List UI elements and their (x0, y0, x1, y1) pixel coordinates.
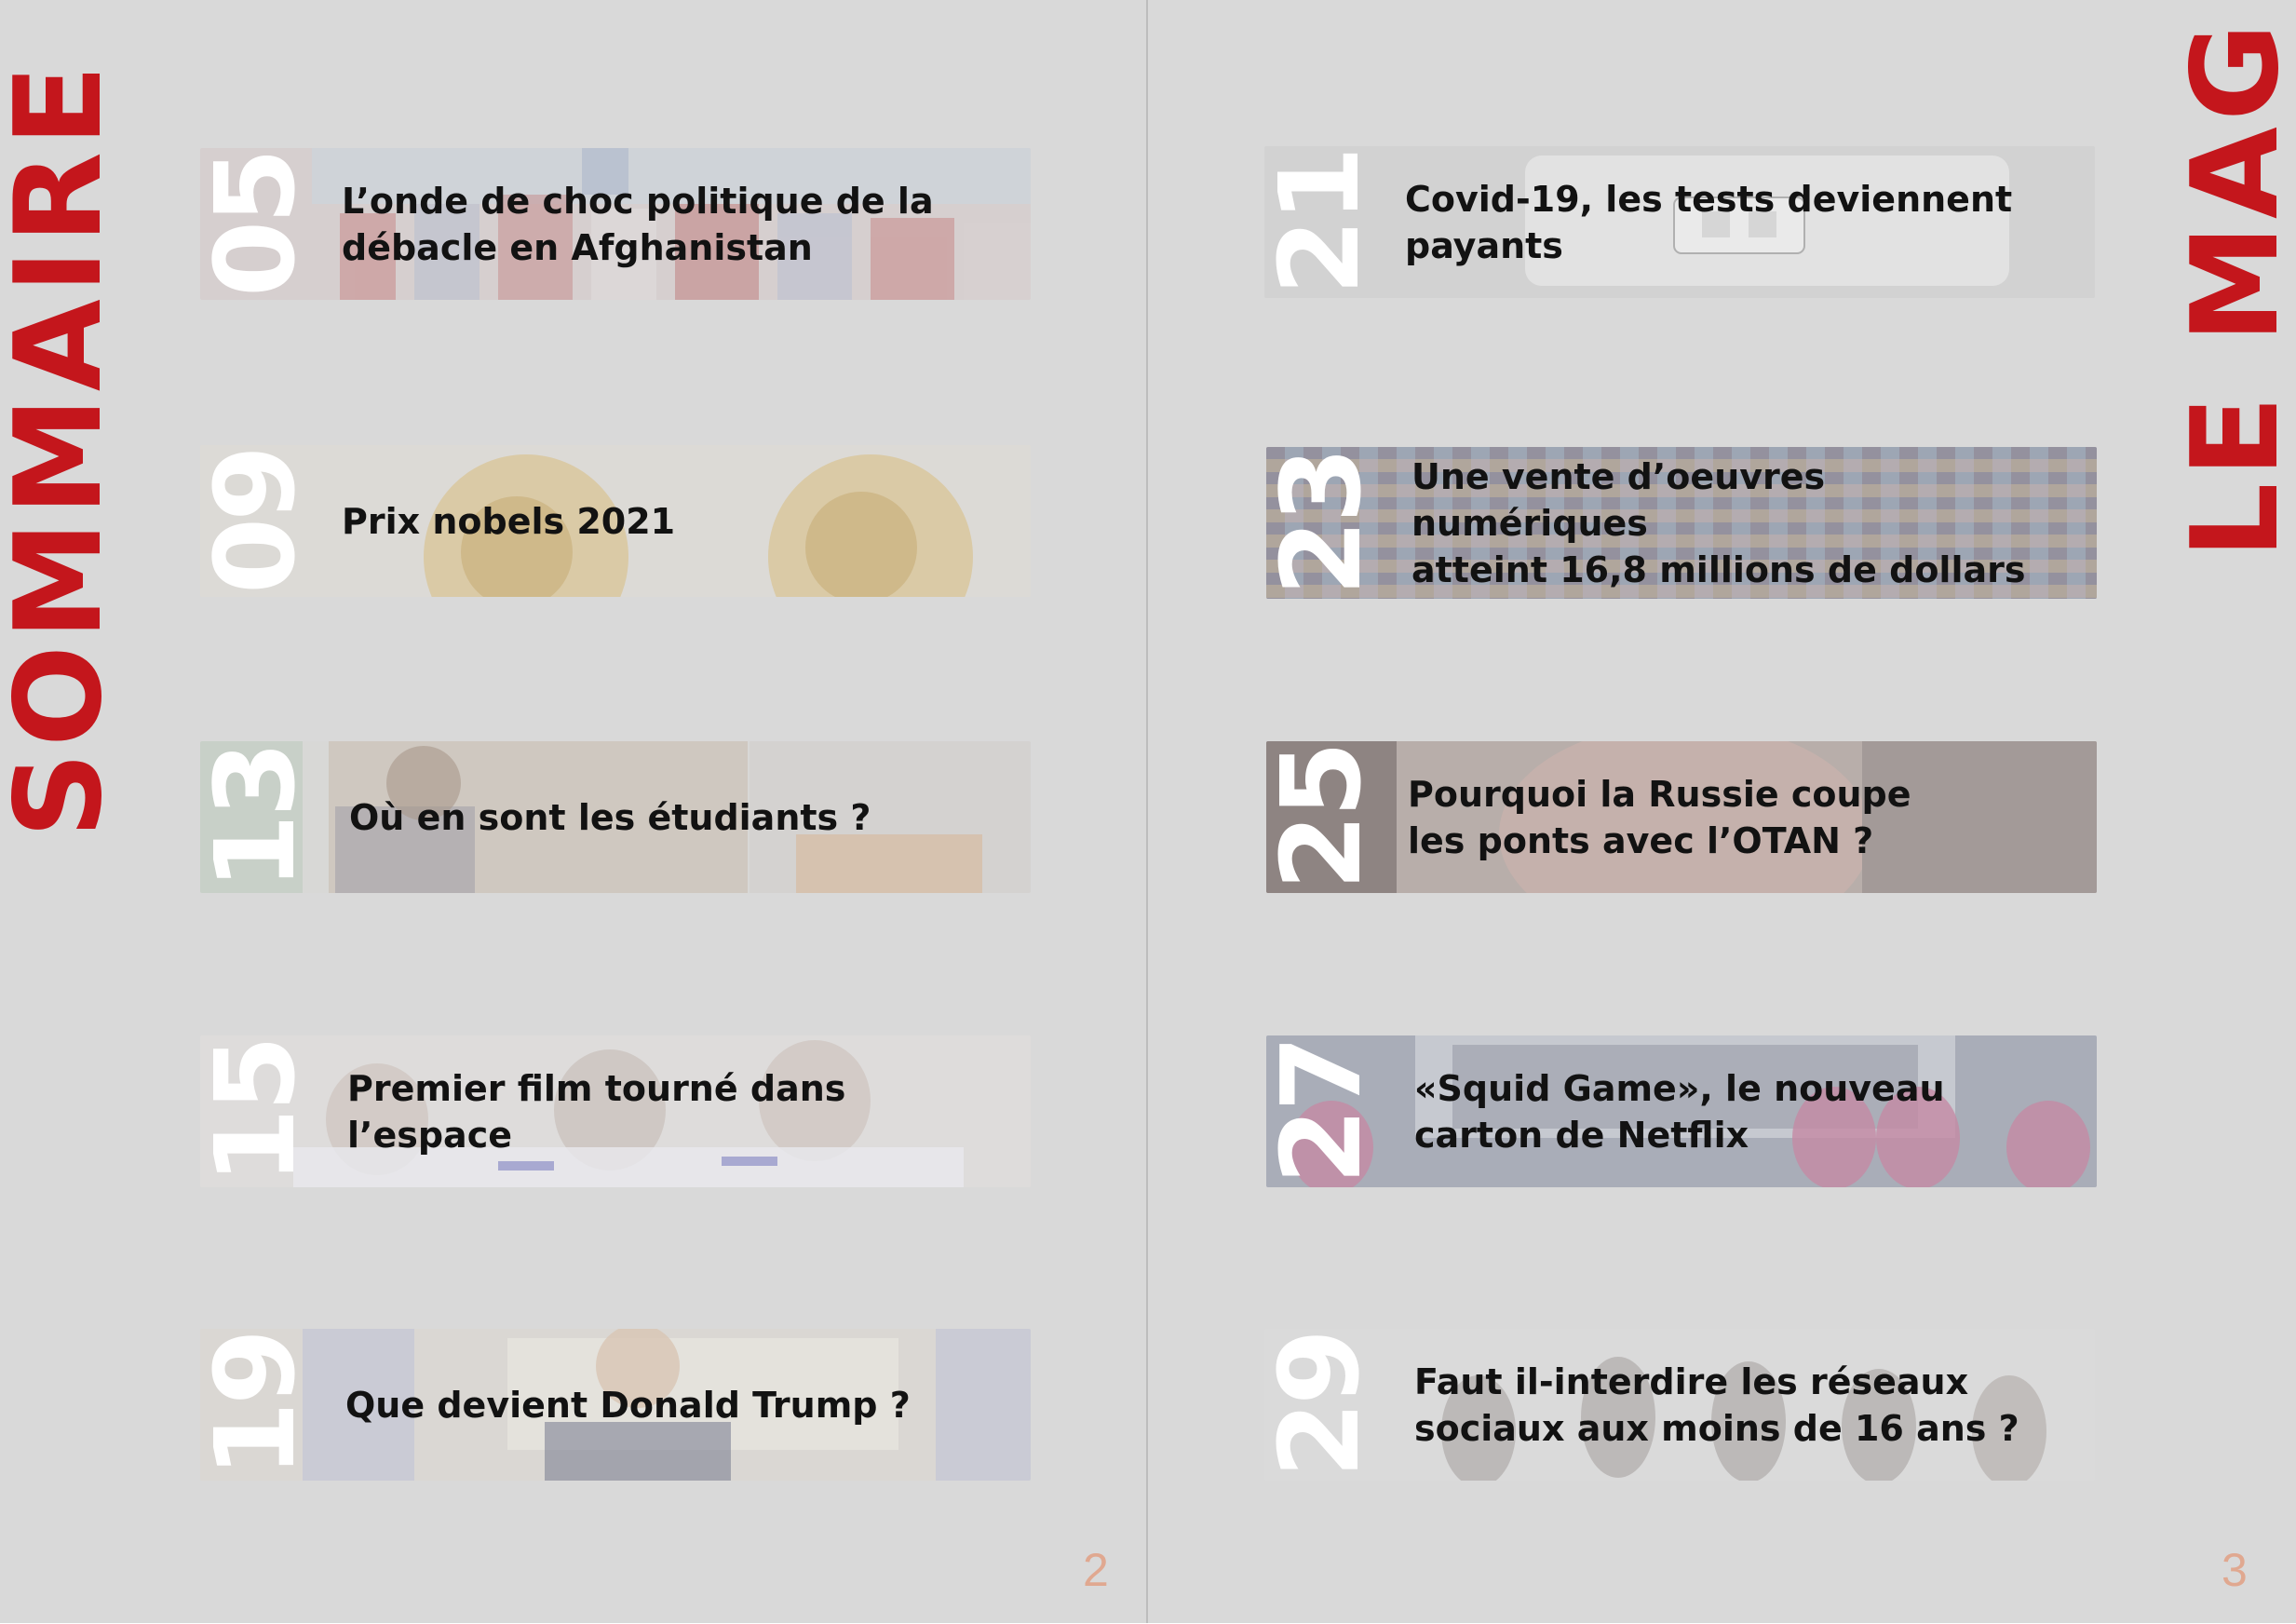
sommaire-title: SOMMAIRE (0, 59, 128, 838)
page-number: 23 (1266, 450, 1378, 596)
article-title: Une vente d’oeuvres numériques atteint 1… (1411, 455, 2026, 590)
article-title: Pourquoi la Russie coupe les ponts avec … (1408, 773, 1911, 861)
article-card-23[interactable]: 23 Une vente d’oeuvres numériques attein… (1266, 447, 2097, 599)
article-card-13[interactable]: 13 Où en sont les étudiants ? (200, 741, 1031, 893)
magazine-spread: SOMMAIRE LE MAG 05 L’onde de choc politi… (0, 0, 2296, 1623)
page-number: 27 (1266, 1038, 1378, 1184)
page-number: 09 (200, 448, 312, 594)
article-card-27[interactable]: 27 «Squid Game», le nouveau carton de Ne… (1266, 1035, 2097, 1187)
page-number: 19 (200, 1332, 312, 1478)
page-number: 21 (1264, 149, 1376, 295)
page-number: 25 (1266, 744, 1378, 890)
spread-fold (1146, 0, 1148, 1623)
page-number: 13 (200, 744, 312, 890)
le-mag-title: LE MAG (2167, 17, 2296, 559)
article-card-05[interactable]: 05 L’onde de choc politique de la débacl… (200, 148, 1031, 300)
article-card-21[interactable]: 21 Covid-19, les tests deviennent payant… (1264, 146, 2095, 298)
article-title: Où en sont les étudiants ? (349, 796, 871, 838)
article-title: «Squid Game», le nouveau carton de Netfl… (1414, 1067, 1945, 1156)
article-title: Premier film tourné dans l’espace (347, 1067, 846, 1156)
page-number: 29 (1264, 1332, 1376, 1478)
article-card-19[interactable]: 19 Que devient Donald Trump ? (200, 1329, 1031, 1481)
article-card-15[interactable]: 15 Premier film tourné dans l’espace (200, 1035, 1031, 1187)
left-page-number: 2 (1083, 1544, 1109, 1596)
right-page-number: 3 (2222, 1544, 2248, 1596)
article-title: Prix nobels 2021 (342, 500, 676, 542)
article-title: L’onde de choc politique de la débacle e… (342, 180, 934, 268)
page-number: 05 (200, 151, 312, 297)
article-title: Covid-19, les tests deviennent payants (1405, 178, 2013, 266)
article-card-25[interactable]: 25 Pourquoi la Russie coupe les ponts av… (1266, 741, 2097, 893)
article-title: Faut il-interdire les réseaux sociaux au… (1414, 1360, 2019, 1449)
page-number: 15 (200, 1038, 312, 1184)
article-title: Que devient Donald Trump ? (345, 1384, 911, 1426)
article-card-29[interactable]: 29 Faut il-interdire les réseaux sociaux… (1264, 1329, 2095, 1481)
article-card-09[interactable]: 09 Prix nobels 2021 (200, 445, 1031, 597)
